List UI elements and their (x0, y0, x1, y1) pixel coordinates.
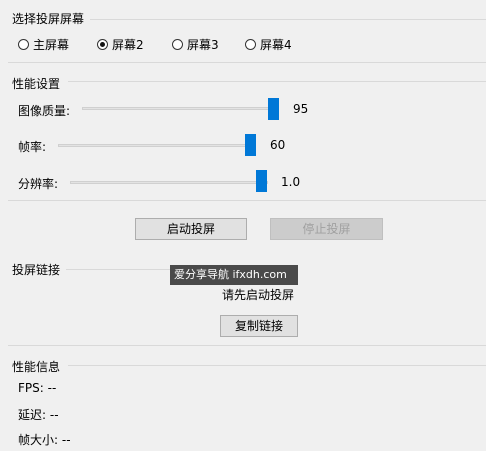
link-group-title: 投屏链接 (12, 263, 61, 277)
radio-screen-3[interactable]: 屏幕3 (172, 36, 219, 53)
radio-label: 屏幕3 (187, 38, 219, 52)
fps-value: 60 (270, 138, 286, 152)
radio-label: 主屏幕 (33, 38, 70, 52)
screen-group-title: 选择投屏屏幕 (12, 12, 85, 26)
divider (8, 62, 486, 63)
resolution-slider-thumb[interactable] (256, 170, 267, 192)
radio-screen-2[interactable]: 屏幕2 (97, 36, 144, 53)
resolution-slider-track[interactable] (70, 181, 268, 184)
copy-link-button[interactable]: 复制链接 (220, 315, 298, 337)
fps-slider-thumb[interactable] (245, 134, 256, 156)
quality-value: 95 (293, 102, 309, 116)
radio-screen-4[interactable]: 屏幕4 (245, 36, 292, 53)
radio-dot (18, 39, 29, 50)
watermark-tooltip: 爱分享导航 ifxdh.com (170, 265, 298, 285)
divider (90, 19, 486, 20)
quality-label: 图像质量: (18, 104, 71, 118)
quality-slider-track[interactable] (82, 107, 278, 110)
link-status-text: 请先启动投屏 (222, 288, 295, 302)
stop-cast-button[interactable]: 停止投屏 (270, 218, 383, 240)
frame-size-readout: 帧大小: -- (18, 433, 71, 447)
fps-readout: FPS: -- (18, 381, 57, 395)
fps-label: 帧率: (18, 140, 47, 154)
latency-readout: 延迟: -- (18, 408, 59, 422)
perf-settings-title: 性能设置 (12, 77, 61, 91)
radio-main-screen[interactable]: 主屏幕 (18, 36, 69, 53)
start-cast-button[interactable]: 启动投屏 (135, 218, 247, 240)
quality-slider-thumb[interactable] (268, 98, 279, 120)
radio-dot-selected (97, 39, 108, 50)
divider (68, 81, 486, 82)
radio-label: 屏幕2 (112, 38, 144, 52)
radio-dot (172, 39, 183, 50)
perf-info-title: 性能信息 (12, 360, 61, 374)
resolution-label: 分辨率: (18, 177, 59, 191)
divider (8, 345, 486, 346)
resolution-value: 1.0 (281, 175, 301, 189)
divider (8, 200, 486, 201)
divider (68, 365, 486, 366)
fps-slider-track[interactable] (58, 144, 256, 147)
radio-label: 屏幕4 (260, 38, 292, 52)
radio-dot (245, 39, 256, 50)
